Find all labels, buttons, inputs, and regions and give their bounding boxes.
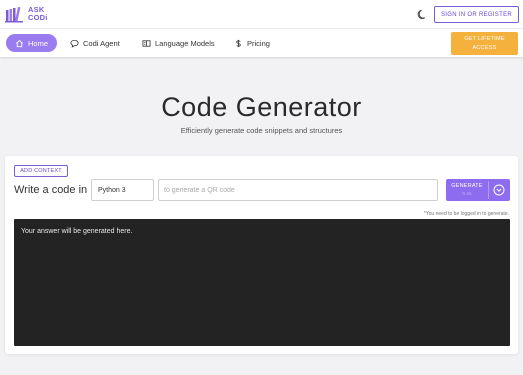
generator-card: ADD CONTEXT Write a code in Python 3 GEN…: [5, 156, 518, 354]
nav-item-home[interactable]: Home: [6, 34, 57, 52]
logo-line-2: CODi: [28, 13, 48, 22]
generate-label-group: GENERATE 0.4s: [450, 182, 484, 198]
theme-toggle-moon-icon[interactable]: [417, 9, 428, 20]
sign-in-register-button[interactable]: SIGN IN OR REGISTER: [434, 6, 519, 23]
dollar-icon: [236, 39, 241, 47]
nav-item-label: Language Models: [155, 38, 215, 48]
write-code-label: Write a code in: [14, 184, 88, 196]
language-select[interactable]: Python 3: [91, 179, 154, 201]
main-nav: Home Codi Agent Language Models Pricing …: [0, 29, 523, 57]
nav-item-pricing[interactable]: Pricing: [234, 34, 270, 52]
nav-item-codi-agent[interactable]: Codi Agent: [70, 34, 120, 52]
login-required-note: *You need to be logged in to generate.: [423, 211, 509, 217]
get-lifetime-access-button[interactable]: GET LIFETIME ACCESS: [451, 32, 518, 55]
generate-divider: [488, 181, 489, 199]
generate-button[interactable]: GENERATE 0.4s: [446, 179, 510, 201]
lifetime-line-2: ACCESS: [472, 45, 497, 51]
chat-bubble-icon: [70, 39, 79, 48]
nav-item-label: Codi Agent: [83, 38, 120, 48]
generate-label: GENERATE: [451, 183, 483, 189]
page-subtitle: Efficiently generate code snippets and s…: [180, 126, 343, 135]
nav-item-label: Pricing: [247, 38, 270, 48]
askcodi-logo[interactable]: ASK CODi: [5, 5, 48, 23]
output-panel: Your answer will be generated here.: [14, 219, 510, 346]
lifetime-line-1: GET LIFETIME: [464, 36, 505, 42]
prompt-input[interactable]: [158, 179, 438, 201]
logo-books-icon: [5, 6, 23, 23]
logo-text: ASK CODi: [28, 6, 48, 22]
models-icon: [142, 39, 151, 47]
top-header: ASK CODi SIGN IN OR REGISTER: [0, 0, 523, 29]
nav-item-label: Home: [27, 38, 48, 48]
home-icon: [16, 39, 23, 47]
chevron-down-circle-icon[interactable]: [493, 184, 505, 196]
nav-item-language-models[interactable]: Language Models: [142, 34, 215, 52]
add-context-button[interactable]: ADD CONTEXT: [14, 165, 68, 177]
generate-sublabel: 0.4s: [462, 191, 472, 196]
page-title: Code Generator: [161, 92, 362, 122]
output-placeholder: Your answer will be generated here.: [21, 228, 133, 235]
